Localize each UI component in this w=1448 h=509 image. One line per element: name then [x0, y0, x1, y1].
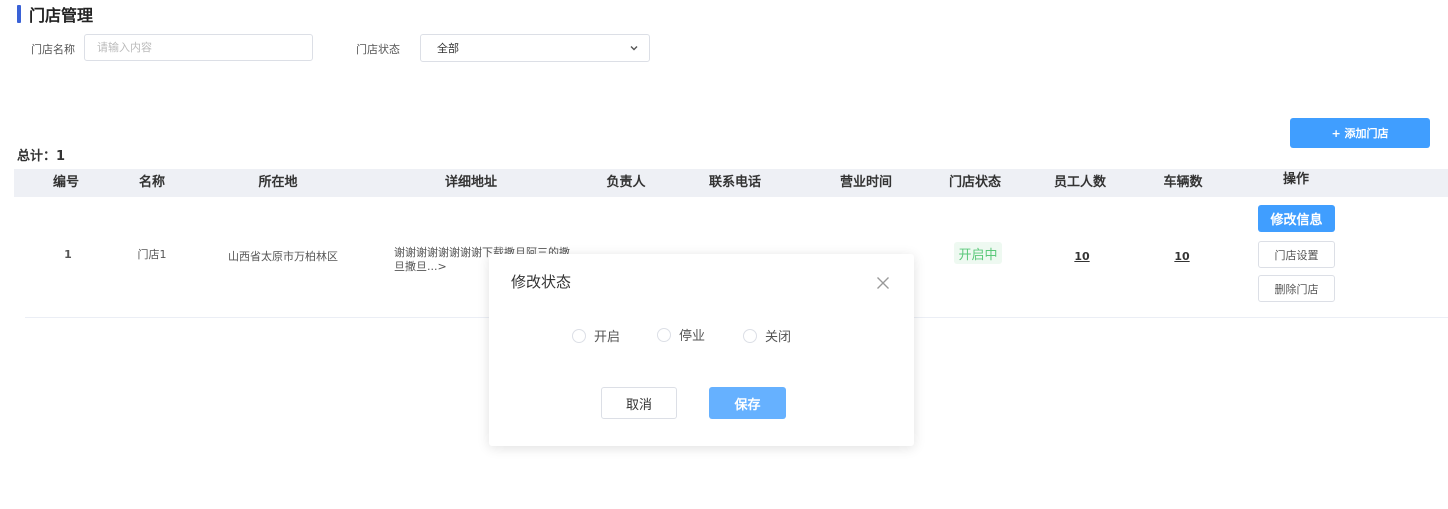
column-header-status: 门店状态 [948, 175, 1002, 190]
radio-suspended-label: 停业 [679, 329, 706, 344]
radio-suspended[interactable]: 停业 [657, 325, 705, 344]
store-status-label: 门店状态 [356, 43, 400, 56]
row-id: 1 [64, 248, 72, 261]
chevron-down-icon [630, 46, 638, 51]
cancel-button[interactable]: 取消 [601, 387, 677, 419]
column-header-name: 名称 [138, 175, 166, 190]
column-header-vehicles: 车辆数 [1163, 175, 1203, 190]
radio-circle-icon [657, 327, 671, 342]
status-radio-group: 开启 停业 关闭 [489, 326, 914, 346]
status-badge[interactable]: 开启中 [954, 242, 1002, 264]
column-header-phone: 联系电话 [708, 175, 762, 190]
store-name-input[interactable] [84, 34, 313, 61]
save-button[interactable]: 保存 [709, 387, 786, 419]
store-settings-button[interactable]: 门店设置 [1258, 241, 1335, 268]
staff-count-link[interactable]: 10 [1074, 250, 1089, 263]
edit-info-button[interactable]: 修改信息 [1258, 205, 1335, 232]
store-name-label: 门店名称 [31, 43, 75, 56]
column-header-location: 所在地 [258, 175, 298, 190]
column-header-actions: 操作 [1282, 172, 1310, 187]
vehicle-count-link[interactable]: 10 [1174, 250, 1189, 263]
column-header-id: 编号 [52, 175, 80, 190]
store-status-selected-value: 全部 [437, 42, 459, 55]
row-name: 门店1 [137, 248, 167, 261]
title-accent-bar [17, 5, 21, 23]
column-header-hours: 营业时间 [839, 175, 893, 190]
add-store-button[interactable]: + 添加门店 [1290, 118, 1430, 148]
dialog-title: 修改状态 [511, 273, 572, 291]
column-header-address: 详细地址 [444, 175, 498, 190]
row-location: 山西省太原市万柏林区 [228, 250, 338, 263]
radio-circle-icon [572, 328, 586, 343]
change-status-dialog: 修改状态 开启 停业 关闭 取消 保存 [489, 254, 914, 446]
column-header-staff: 员工人数 [1053, 175, 1107, 190]
close-icon[interactable] [876, 276, 890, 290]
radio-open-label: 开启 [594, 330, 621, 345]
store-status-select[interactable]: 全部 [420, 34, 650, 62]
delete-store-button[interactable]: 删除门店 [1258, 275, 1335, 302]
page-title: 门店管理 [29, 6, 94, 25]
page-header: 门店管理 [17, 4, 94, 25]
radio-circle-icon [743, 328, 757, 343]
radio-closed-label: 关闭 [765, 330, 792, 345]
radio-open[interactable]: 开启 [572, 326, 620, 345]
total-count: 总计：1 [17, 149, 66, 164]
column-header-manager: 负责人 [606, 175, 646, 190]
radio-closed[interactable]: 关闭 [743, 326, 791, 345]
table-header: 编号 名称 所在地 详细地址 负责人 联系电话 营业时间 门店状态 员工人数 车… [14, 169, 1448, 197]
